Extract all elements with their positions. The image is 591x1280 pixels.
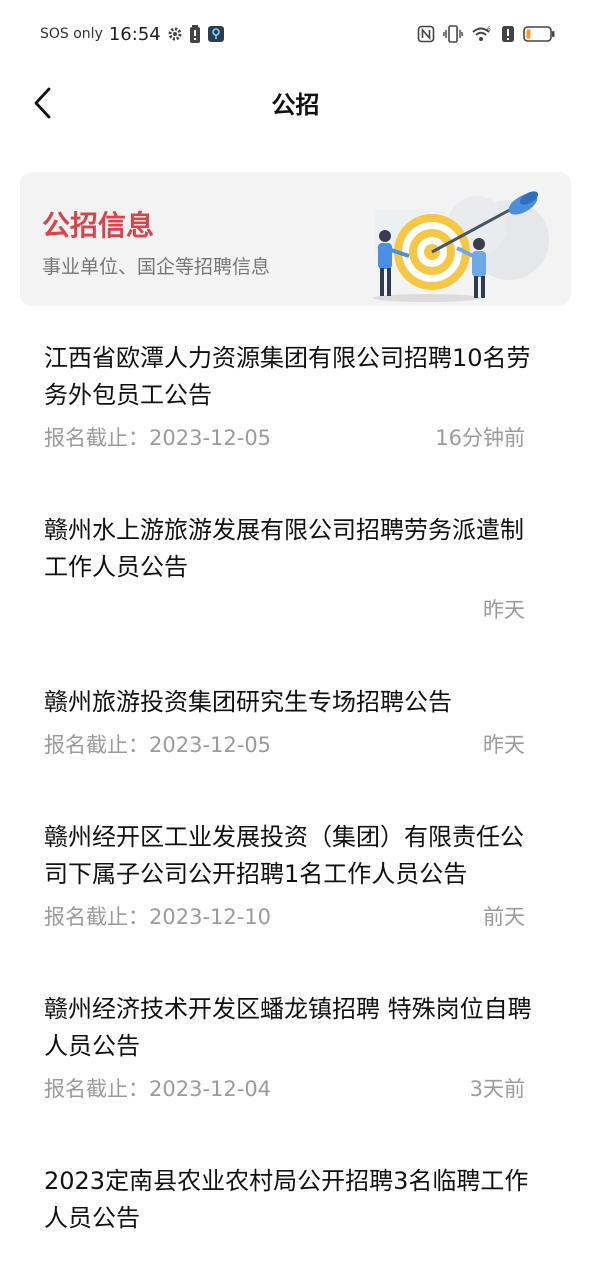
item-title: 赣州水上游旅游发展有限公司招聘劳务派遣制工作人员公告: [44, 516, 524, 581]
svg-text:6: 6: [487, 26, 491, 33]
vibrate-icon: [443, 25, 463, 43]
list-item[interactable]: 2023定南县农业农村局公开招聘3名临聘工作人员公告: [0, 1163, 591, 1237]
item-title: 赣州经开区工业发展投资（集团）有限责任公司下属子公司公开招聘1名工作人员公告: [44, 823, 524, 888]
carrier-text: SOS only: [40, 26, 103, 42]
item-posted-time: 16分钟前: [435, 426, 525, 450]
item-meta: 报名截止：2023-12-10 前天: [44, 895, 547, 931]
wifi-6-icon: 6: [471, 25, 493, 43]
item-deadline: 报名截止：2023-12-05: [44, 733, 272, 757]
recruit-info-banner[interactable]: 公招信息 事业单位、国企等招聘信息: [20, 172, 571, 306]
item-posted-time: 昨天: [483, 733, 525, 757]
list-item[interactable]: 赣州水上游旅游发展有限公司招聘劳务派遣制工作人员公告昨天: [0, 512, 591, 624]
status-bar-left: SOS only 16:54: [40, 22, 225, 46]
item-deadline: 报名截止：2023-12-04: [44, 1077, 272, 1101]
list-item[interactable]: 江西省欧潭人力资源集团有限公司招聘10名劳务外包员工公告报名截止：2023-12…: [0, 340, 591, 452]
clock-text: 16:54: [108, 23, 161, 45]
status-bar-right: 6: [417, 22, 555, 46]
item-meta: 报名截止：2023-12-04 3天前: [44, 1067, 547, 1103]
target-illustration: [373, 191, 549, 302]
banner-title: 公招信息: [42, 209, 155, 242]
nav-bar: 公招: [0, 66, 591, 140]
item-meta: 报名截止：2023-12-05 昨天: [44, 723, 547, 759]
item-meta: 报名截止：2023-12-05 16分钟前: [44, 416, 547, 452]
item-title: 赣州经济技术开发区蟠龙镇招聘 特殊岗位自聘人员公告: [44, 995, 532, 1060]
item-posted-time: 3天前: [469, 1077, 525, 1101]
list-item[interactable]: 赣州经济技术开发区蟠龙镇招聘 特殊岗位自聘人员公告报名截止：2023-12-04…: [0, 991, 591, 1103]
item-deadline: 报名截止：2023-12-10: [44, 905, 272, 929]
location-badge-icon: [207, 25, 225, 43]
alert-icon: [501, 25, 515, 43]
battery-low-icon: [523, 25, 555, 43]
status-bar: SOS only 16:54 6: [0, 0, 591, 66]
nfc-icon: [417, 25, 435, 43]
item-title: 2023定南县农业农村局公开招聘3名临聘工作人员公告: [44, 1167, 529, 1232]
list-item[interactable]: 赣州旅游投资集团研究生专场招聘公告报名截止：2023-12-05 昨天: [0, 684, 591, 759]
item-title: 赣州旅游投资集团研究生专场招聘公告: [44, 688, 452, 716]
list-item[interactable]: 赣州经开区工业发展投资（集团）有限责任公司下属子公司公开招聘1名工作人员公告报名…: [0, 819, 591, 931]
banner-subtitle: 事业单位、国企等招聘信息: [42, 256, 271, 278]
item-deadline: 报名截止：2023-12-05: [44, 426, 272, 450]
item-posted-time: 昨天: [483, 598, 525, 622]
battery-alert-icon: [189, 25, 201, 43]
item-posted-time: 前天: [483, 905, 525, 929]
page-title: 公招: [271, 91, 320, 119]
item-title: 江西省欧潭人力资源集团有限公司招聘10名劳务外包员工公告: [44, 344, 531, 409]
gear-icon: [167, 26, 183, 42]
recruitment-list: 江西省欧潭人力资源集团有限公司招聘10名劳务外包员工公告报名截止：2023-12…: [0, 340, 591, 1237]
item-meta: 昨天: [44, 588, 547, 624]
